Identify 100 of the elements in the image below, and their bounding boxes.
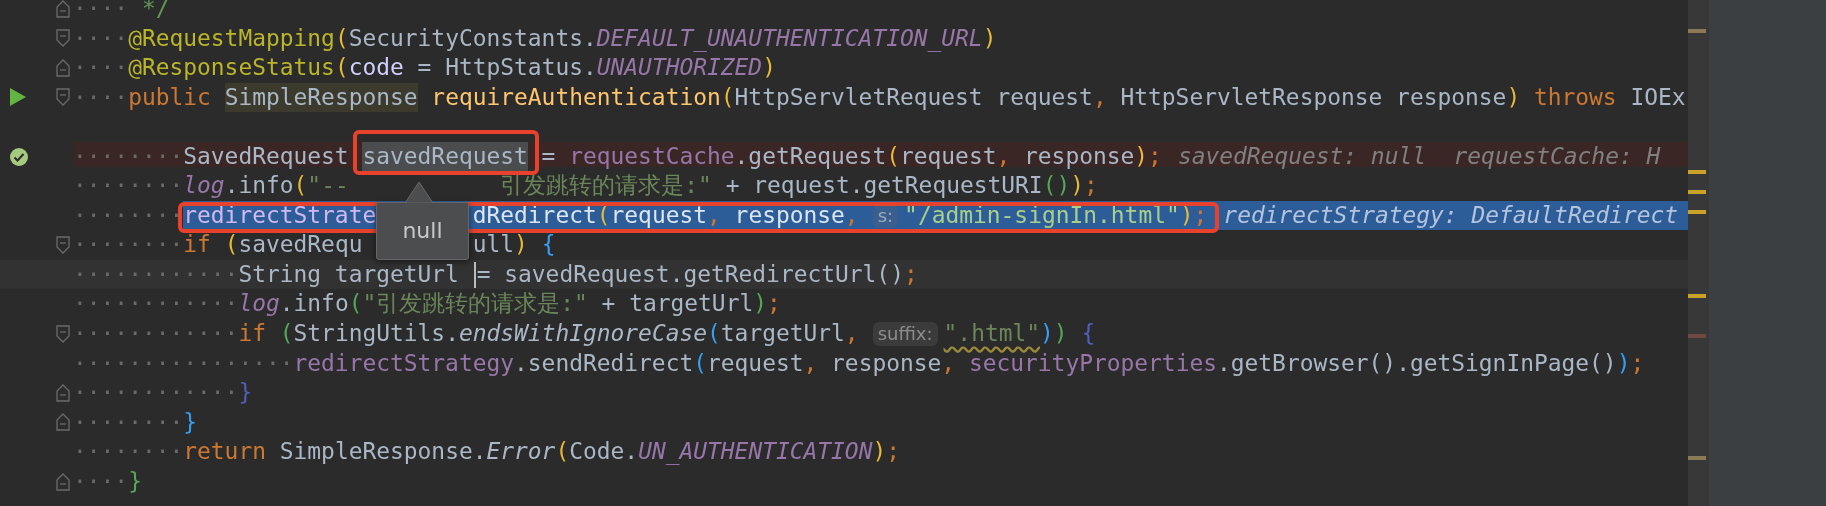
- code-text: dRedirect: [472, 200, 597, 230]
- whitespace-dots: ····: [73, 53, 129, 83]
- fold-icon[interactable]: [56, 88, 70, 107]
- bracket: ): [982, 23, 997, 53]
- code-text: HttpServletRequest request: [734, 82, 1093, 112]
- whitespace-dots: ············: [73, 319, 239, 348]
- fold-icon[interactable]: [56, 383, 70, 402]
- code-text: SimpleResponse: [224, 82, 418, 113]
- text-caret: [473, 261, 476, 288]
- whitespace-dots: ········: [73, 437, 184, 467]
- code-text: HttpServletResponse response: [1119, 82, 1507, 112]
- string-literal: 引发跳转的请求是:": [500, 171, 712, 201]
- field-name: redirectStrategy: [293, 348, 515, 378]
- bracket: (: [348, 289, 363, 319]
- fold-icon[interactable]: [56, 413, 70, 432]
- code-text: response: [1023, 141, 1135, 171]
- code-text: + request.getRequestURI: [724, 171, 1043, 201]
- string-literal: "--: [307, 171, 349, 201]
- keyword: throws: [1532, 82, 1617, 112]
- punctuation: ;: [886, 437, 900, 467]
- method-name: endsWithIgnoreCase: [458, 319, 707, 348]
- bracket: }: [183, 407, 198, 437]
- whitespace-dots: ········: [73, 200, 184, 230]
- whitespace-dots: ····: [73, 23, 129, 53]
- bracket: (: [707, 319, 721, 348]
- code-text: request: [900, 141, 997, 171]
- constant-name: UN_AUTHENTICATION: [638, 437, 873, 467]
- code-text: request: [707, 348, 804, 378]
- bracket: ): [753, 289, 767, 319]
- annotation: @ResponseStatus: [128, 53, 335, 83]
- punctuation: ,: [996, 141, 1011, 171]
- code-text: String targetUrl: [238, 259, 460, 289]
- keyword: return: [183, 437, 267, 467]
- bracket: (: [886, 141, 900, 171]
- bracket: ): [1616, 348, 1631, 378]
- constant-name: DEFAULT_UNAUTHENTICATION_URL: [596, 23, 983, 54]
- whitespace-dots: ············: [73, 289, 239, 319]
- fold-icon[interactable]: [56, 0, 70, 18]
- run-icon[interactable]: [9, 87, 27, 108]
- bracket: ): [514, 230, 528, 260]
- method-name: requireAuthentication: [430, 82, 721, 112]
- fold-icon[interactable]: [56, 324, 70, 343]
- punctuation: ,: [844, 319, 859, 348]
- whitespace-dots: ········: [73, 407, 184, 437]
- fold-icon[interactable]: [56, 58, 70, 77]
- string-literal: "/admin-signIn.html": [904, 200, 1180, 230]
- punctuation: ;: [1630, 348, 1645, 378]
- bracket: (: [334, 23, 349, 53]
- whitespace-dots: ····: [73, 466, 129, 496]
- punctuation: ;: [1084, 171, 1098, 201]
- field-name: redirectStrate: [183, 200, 377, 230]
- bracket: ): [1134, 141, 1149, 171]
- bracket: }: [238, 378, 253, 408]
- code-text: .getBrowser().getSignInPage(): [1217, 348, 1617, 378]
- code-text: ull: [472, 230, 515, 260]
- bracket: ): [762, 53, 776, 83]
- whitespace-dots: ············: [73, 378, 239, 408]
- fold-icon[interactable]: [56, 236, 70, 255]
- field-name: requestCache: [569, 141, 735, 171]
- bracket: ): [1179, 200, 1194, 230]
- method-name: Error: [486, 437, 556, 467]
- fold-icon[interactable]: [56, 472, 70, 491]
- bracket: }: [128, 466, 142, 496]
- code-text: targetUrl: [720, 319, 845, 348]
- punctuation: ;: [767, 289, 781, 319]
- code-text: IOEx: [1629, 82, 1686, 112]
- code-text: .sendRedirect: [514, 348, 694, 378]
- bracket: (: [596, 200, 611, 230]
- constant-name: log: [183, 171, 225, 201]
- code-text: = HttpStatus.: [416, 53, 597, 83]
- punctuation: ;: [1193, 200, 1208, 230]
- bracket: (: [224, 230, 239, 260]
- bracket: (: [693, 348, 707, 378]
- string-literal: ".html": [943, 319, 1041, 348]
- punctuation: ;: [903, 259, 918, 289]
- parameter-hint: suffix:: [872, 321, 938, 346]
- field-name: securityProperties: [968, 348, 1217, 378]
- bracket: (): [1042, 171, 1071, 201]
- code-text: .getRequest: [734, 141, 887, 171]
- breakpoint-icon[interactable]: [9, 146, 29, 167]
- code-text: SimpleResponse.: [279, 437, 487, 467]
- bracket: (: [720, 82, 735, 112]
- punctuation: ,: [1092, 82, 1107, 112]
- punctuation: ;: [1148, 141, 1162, 171]
- code-text: StringUtils.: [293, 319, 459, 348]
- bracket: ): [1053, 319, 1068, 348]
- bracket: ): [872, 437, 887, 467]
- code-text: .info: [279, 289, 349, 319]
- keyword: if: [183, 230, 212, 260]
- annotation: @RequestMapping: [128, 23, 335, 53]
- code-text: savedRequ: [238, 230, 363, 260]
- fold-icon[interactable]: [56, 29, 70, 48]
- bracket: ): [1040, 319, 1054, 348]
- tooltip-pointer-icon: [404, 181, 435, 204]
- code-text: response: [830, 348, 942, 378]
- whitespace-dots: ········: [73, 171, 184, 201]
- whitespace-dots: ················: [73, 348, 294, 378]
- keyword: if: [238, 319, 267, 348]
- constant-name: UNAUTHORIZED: [596, 53, 763, 83]
- code-text: response: [733, 200, 845, 230]
